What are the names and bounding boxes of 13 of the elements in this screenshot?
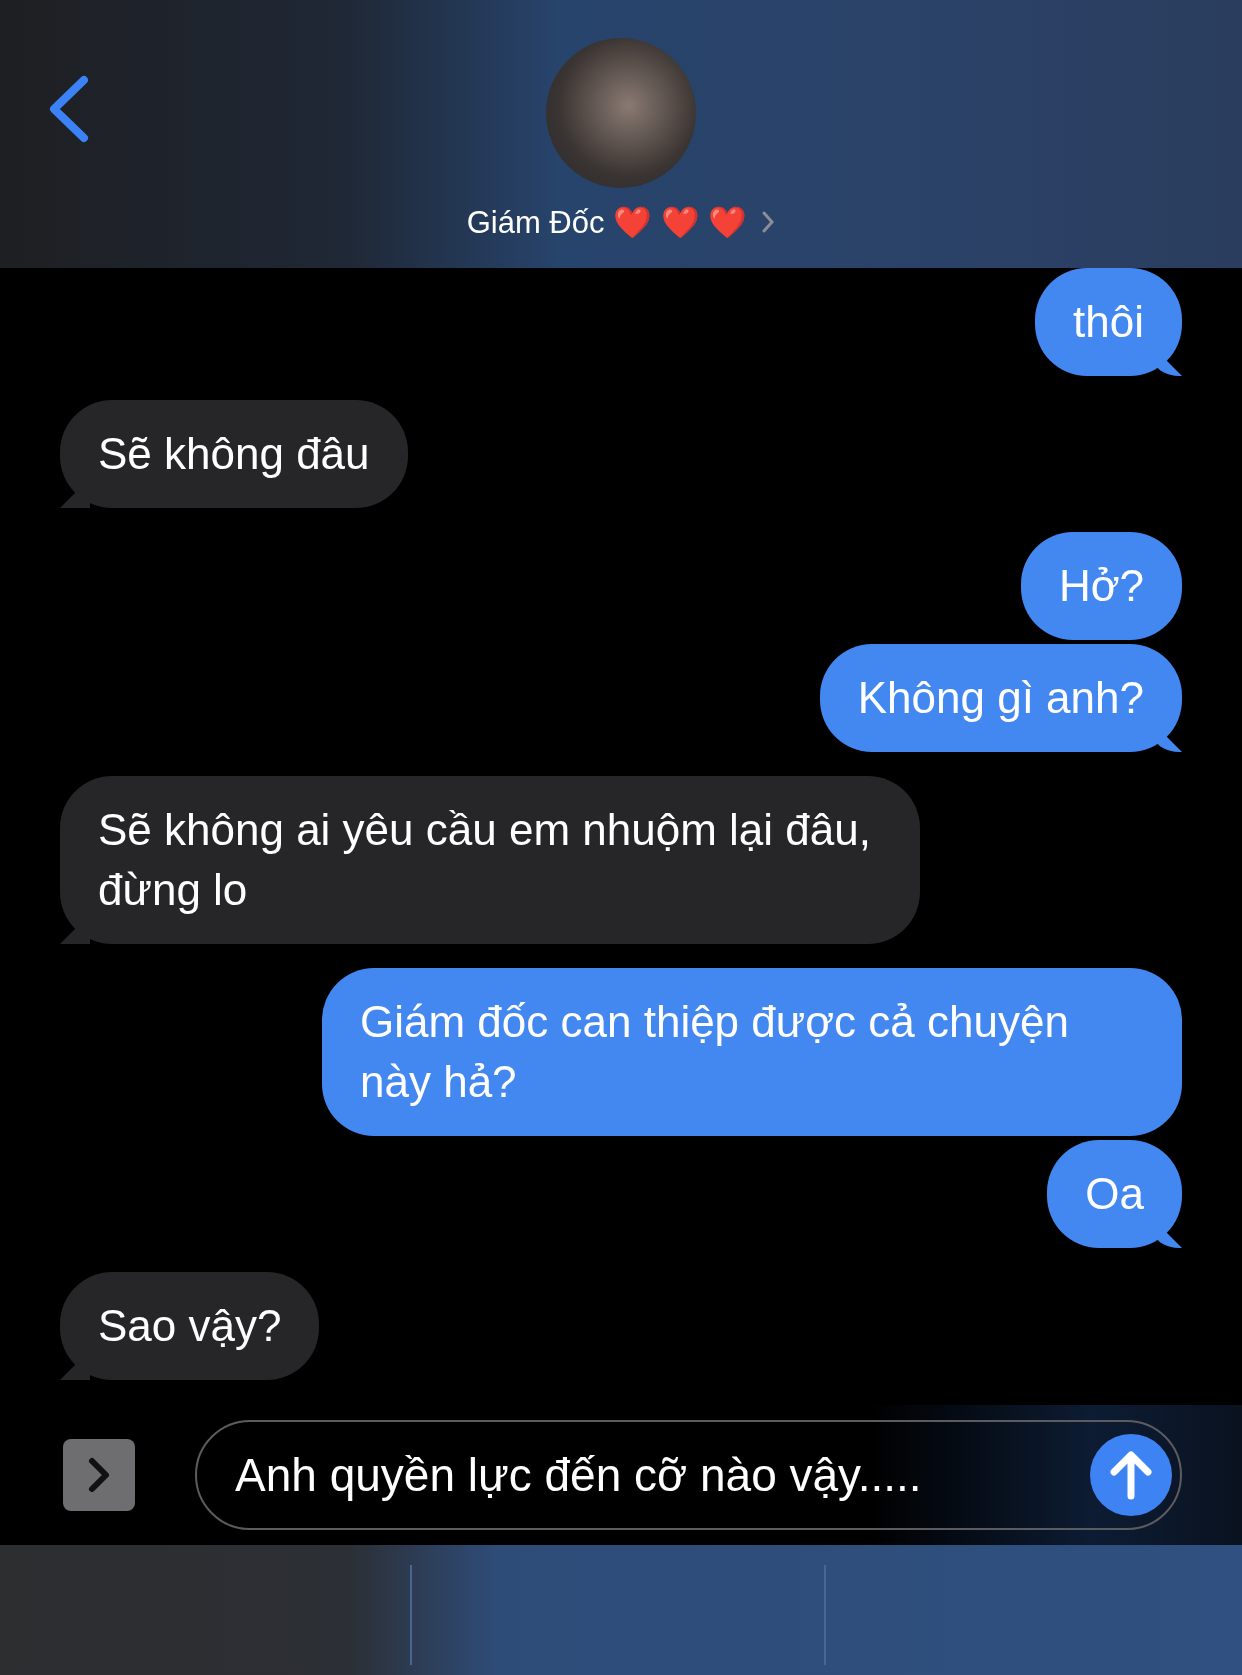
- sent-message: thôi: [1035, 268, 1182, 376]
- received-message: Sao vậy?: [60, 1272, 320, 1380]
- send-button[interactable]: [1090, 1434, 1172, 1516]
- arrow-up-icon: [1108, 1448, 1154, 1502]
- chevron-icon: [761, 210, 776, 234]
- message-field[interactable]: Anh quyền lực đến cỡ nào vậy.....: [195, 1420, 1182, 1530]
- received-message: Sẽ không đâu: [60, 400, 408, 508]
- received-message: Sẽ không ai yêu cầu em nhuộm lại đâu, đừng lo: [60, 776, 920, 944]
- expand-button[interactable]: [63, 1439, 135, 1511]
- sent-message: Hở?: [1020, 532, 1182, 640]
- sent-message: Oa: [1047, 1140, 1182, 1248]
- sent-message: Không gì anh?: [819, 644, 1182, 752]
- sent-message: Giám đốc can thiệp được cả chuyện này hả?: [322, 968, 1182, 1136]
